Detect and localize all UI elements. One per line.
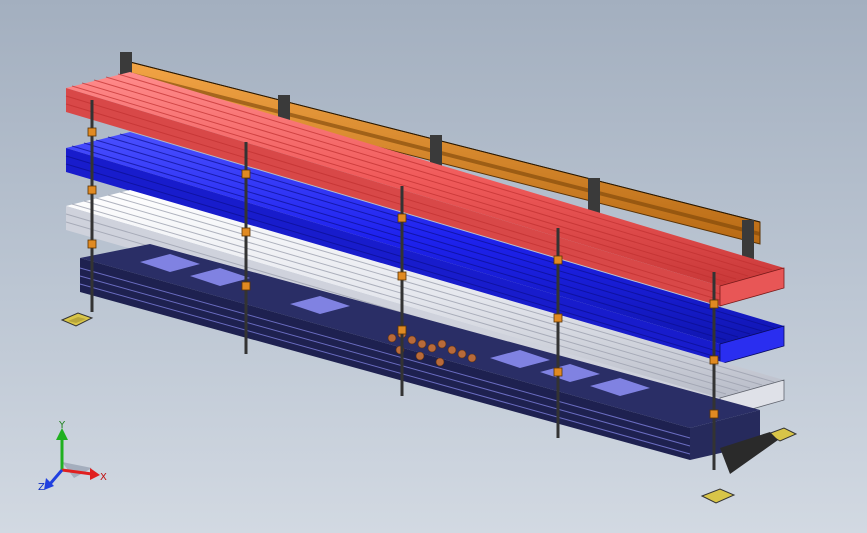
- x-axis-arrow: [90, 468, 100, 480]
- cad-viewport[interactable]: Y X Z: [0, 0, 867, 533]
- floor-marker-right-front: [700, 488, 736, 504]
- triad-label-z: Z: [38, 482, 45, 493]
- rack-assembly-model[interactable]: Y X Z: [0, 0, 867, 533]
- triad-label-y: Y: [58, 420, 66, 431]
- floor-marker-left: [60, 312, 94, 327]
- coordinate-triad[interactable]: Y X Z: [38, 420, 107, 493]
- triad-label-x: X: [100, 472, 107, 483]
- z-axis-line: [48, 469, 64, 485]
- x-axis-line: [61, 468, 93, 476]
